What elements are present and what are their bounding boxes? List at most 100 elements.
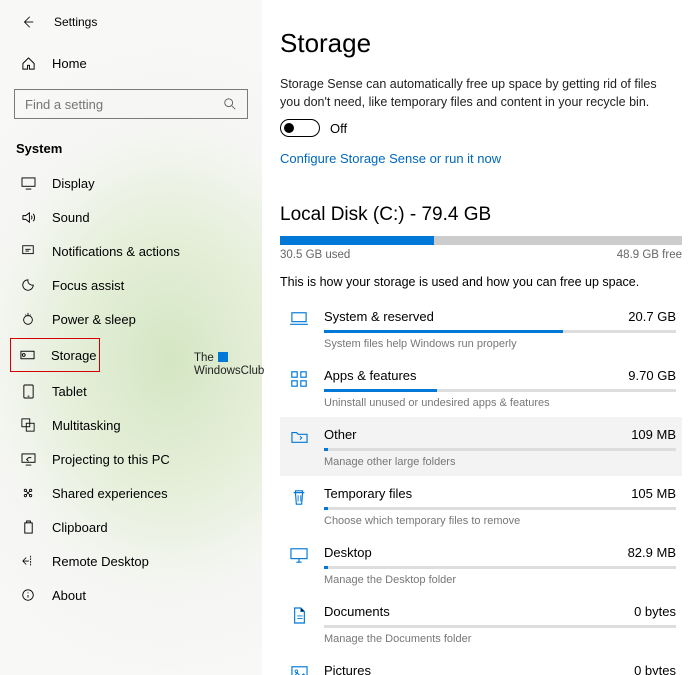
sidebar-item-label: Shared experiences [52,486,168,501]
category-name: System & reserved [324,309,434,324]
category-subtext: System files help Windows run properly [324,338,676,350]
category-name: Apps & features [324,368,417,383]
search-input[interactable] [25,97,223,112]
configure-storage-sense-link[interactable]: Configure Storage Sense or run it now [280,151,501,166]
sidebar-item-display[interactable]: Display [0,166,262,200]
category-subtext: Uninstall unused or undesired apps & fea… [324,397,676,409]
sidebar-item-label: Power & sleep [52,312,136,327]
nav-icon [20,243,36,259]
category-bar [324,448,676,451]
storage-category-desktop[interactable]: Desktop 82.9 MB Manage the Desktop folder [280,535,682,594]
search-box[interactable] [14,89,248,119]
storage-category-apps-features[interactable]: Apps & features 9.70 GB Uninstall unused o… [280,358,682,417]
nav-icon [20,417,36,433]
category-bar [324,389,676,392]
nav-icon [20,311,36,327]
category-size: 105 MB [631,486,676,501]
page-title: Storage [280,28,682,59]
title-bar: Settings [0,10,262,42]
disk-used-label: 30.5 GB used [280,249,350,261]
sidebar-item-shared-experiences[interactable]: Shared experiences [0,476,262,510]
sidebar-item-label: Remote Desktop [52,554,149,569]
nav-icon [20,347,35,363]
category-name: Documents [324,604,390,619]
nav-icon [20,209,36,225]
sidebar-home-label: Home [52,56,87,71]
sidebar-item-label: Focus assist [52,278,124,293]
sidebar-item-remote-desktop[interactable]: Remote Desktop [0,544,262,578]
sidebar-item-label: Projecting to this PC [52,452,170,467]
category-subtext: Choose which temporary files to remove [324,515,676,527]
doc-icon [288,604,310,645]
grid-icon [288,368,310,409]
laptop-icon [288,309,310,350]
nav-icon [20,485,36,501]
sidebar-item-label: About [52,588,86,603]
category-name: Desktop [324,545,372,560]
category-size: 82.9 MB [628,545,676,560]
category-name: Other [324,427,357,442]
sidebar-home[interactable]: Home [0,48,262,79]
sidebar-item-tablet[interactable]: Tablet [0,374,262,408]
disk-usage-bar [280,236,682,245]
folder-icon [288,427,310,468]
category-bar [324,625,676,628]
search-icon [223,97,237,111]
category-subtext: Manage other large folders [324,456,676,468]
category-size: 9.70 GB [628,368,676,383]
back-icon[interactable] [20,14,36,30]
storage-sense-toggle[interactable] [280,119,320,137]
category-size: 0 bytes [634,604,676,619]
sidebar-nav: Display Sound Notifications & actions Focus… [0,166,262,612]
storage-category-list: System & reserved 20.7 GB System files hel… [280,299,682,675]
category-subtext: Manage the Documents folder [324,633,676,645]
storage-category-system-reserved[interactable]: System & reserved 20.7 GB System files hel… [280,299,682,358]
category-name: Pictures [324,663,371,675]
disk-free-label: 48.9 GB free [617,249,682,261]
category-subtext: Manage the Desktop folder [324,574,676,586]
sidebar-item-multitasking[interactable]: Multitasking [0,408,262,442]
storage-category-pictures[interactable]: Pictures0 bytesManage the Pictures folde… [280,653,682,675]
category-size: 20.7 GB [628,309,676,324]
storage-sense-description: Storage Sense can automatically free up … [280,75,660,111]
main-content: Storage Storage Sense can automatically … [262,0,700,675]
sidebar: Settings Home System Display Sound Notific… [0,0,262,675]
sidebar-item-label: Sound [52,210,90,225]
category-name: Temporary files [324,486,412,501]
storage-category-other[interactable]: Other 109 MB Manage other large folders [280,417,682,476]
sidebar-item-projecting-to-this-pc[interactable]: Projecting to this PC [0,442,262,476]
sidebar-item-label: Tablet [52,384,87,399]
nav-icon [20,587,36,603]
window-title: Settings [54,15,97,29]
category-size: 109 MB [631,427,676,442]
sidebar-item-clipboard[interactable]: Clipboard [0,510,262,544]
sidebar-section-header: System [0,129,262,164]
category-bar [324,507,676,510]
sidebar-item-about[interactable]: About [0,578,262,612]
pic-icon [288,663,310,675]
storage-category-documents[interactable]: Documents 0 bytes Manage the Documents fol… [280,594,682,653]
sidebar-item-sound[interactable]: Sound [0,200,262,234]
storage-category-temporary-files[interactable]: Temporary files 105 MB Choose which tempor… [280,476,682,535]
category-bar [324,330,676,333]
nav-icon [20,519,36,535]
nav-icon [20,553,36,569]
sidebar-item-label: Notifications & actions [52,244,180,259]
sidebar-item-focus-assist[interactable]: Focus assist [0,268,262,302]
sidebar-item-label: Clipboard [52,520,108,535]
category-size: 0 bytes [634,663,676,675]
sidebar-item-storage[interactable]: Storage [10,338,100,372]
trash-icon [288,486,310,527]
nav-icon [20,383,36,399]
nav-icon [20,175,36,191]
sidebar-item-label: Multitasking [52,418,121,433]
home-icon [20,56,36,71]
sidebar-item-notifications-actions[interactable]: Notifications & actions [0,234,262,268]
sidebar-item-power-sleep[interactable]: Power & sleep [0,302,262,336]
storage-breakdown-explain: This is how your storage is used and how… [280,275,682,289]
category-bar [324,566,676,569]
nav-icon [20,277,36,293]
sidebar-item-label: Display [52,176,95,191]
nav-icon [20,451,36,467]
storage-sense-toggle-label: Off [330,121,347,136]
